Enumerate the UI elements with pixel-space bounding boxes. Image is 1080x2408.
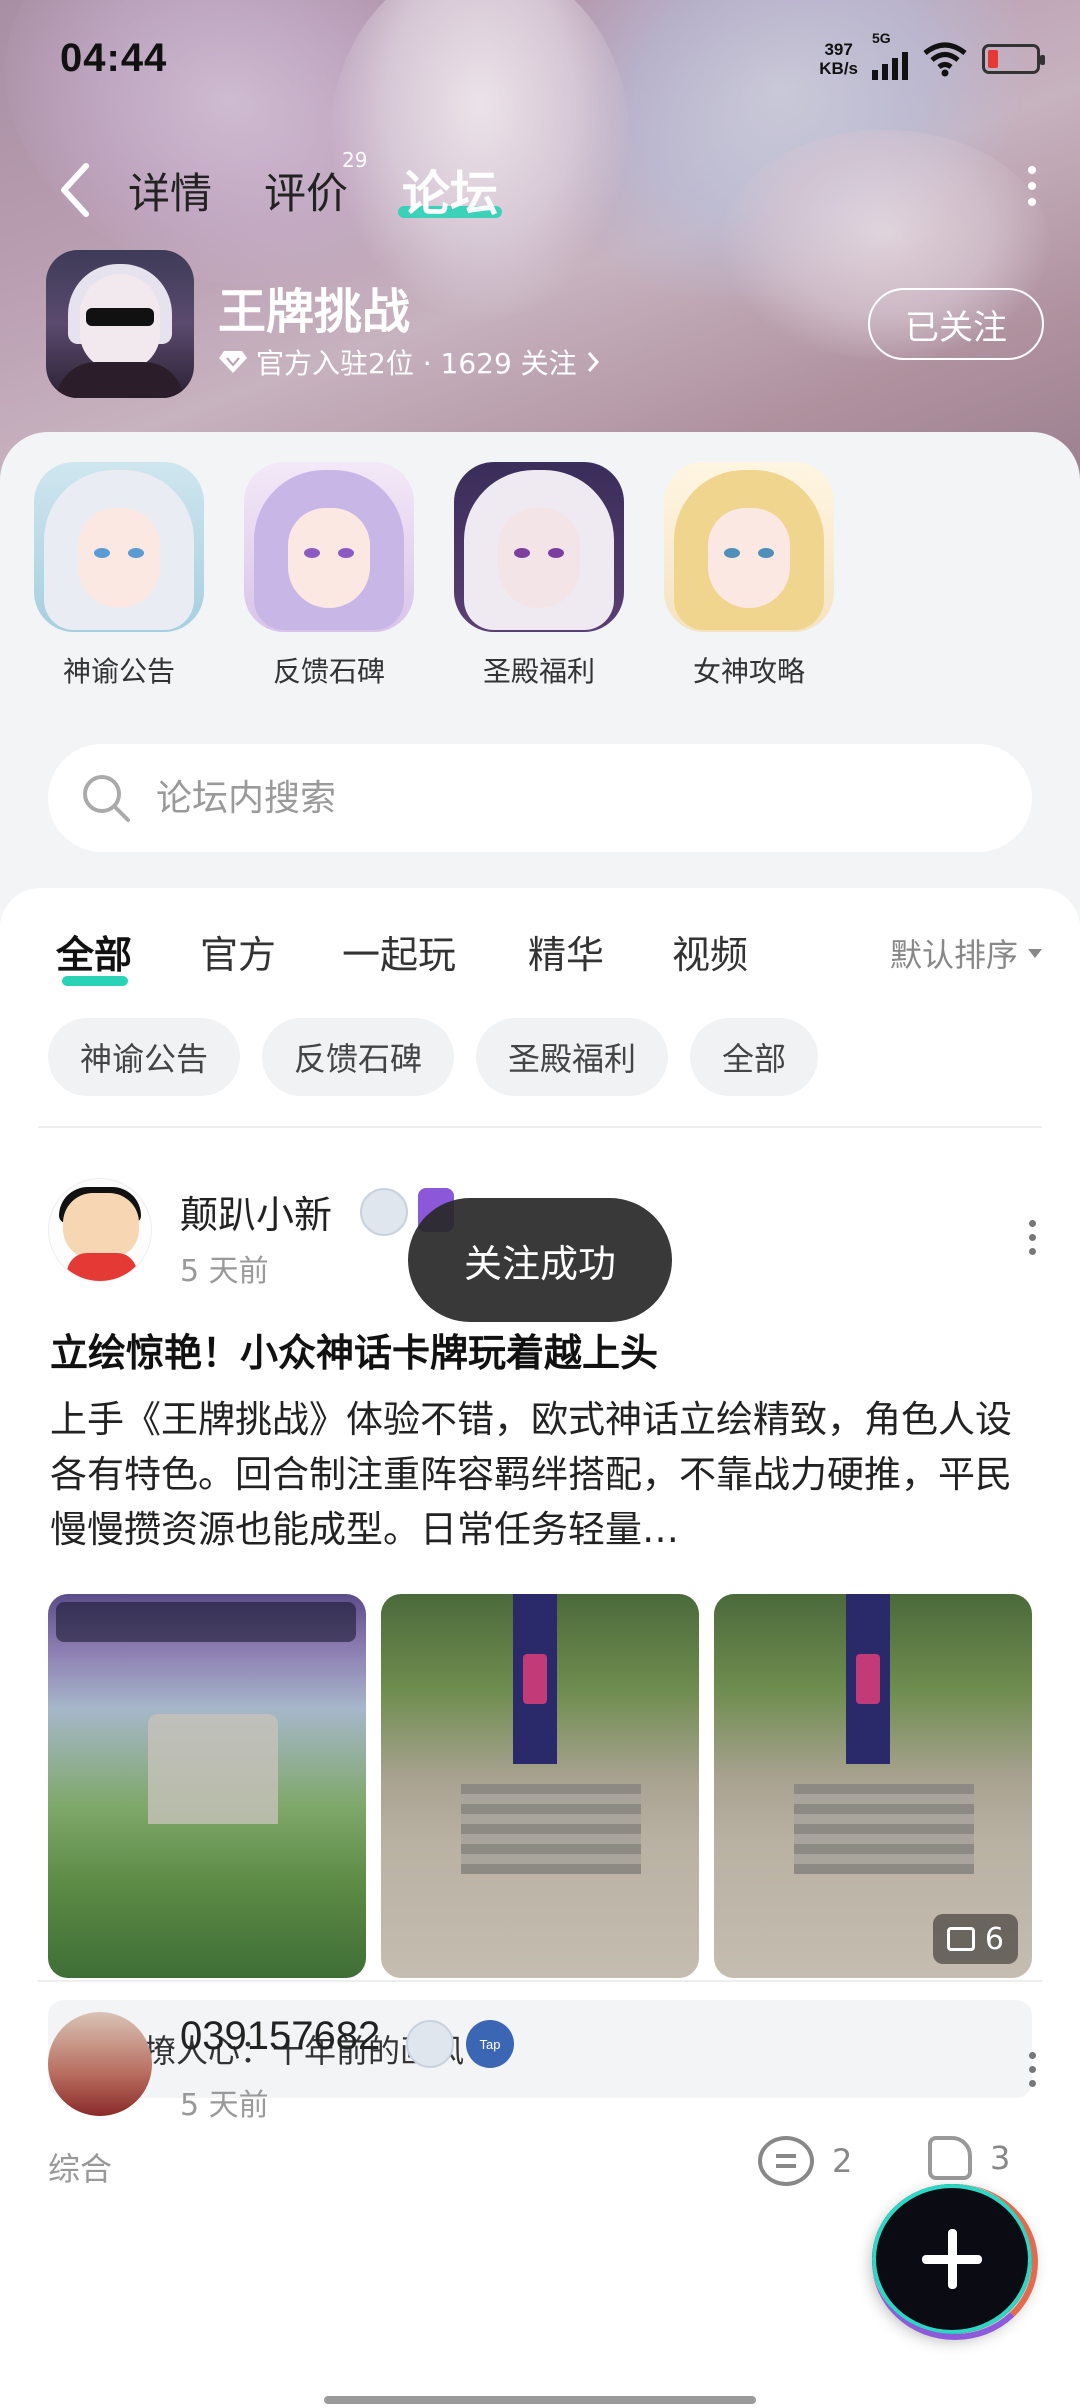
user-level-badge-icon: [360, 1188, 408, 1236]
chip-feedback[interactable]: 反馈石碑: [262, 1018, 455, 1096]
forum-search[interactable]: [48, 744, 1032, 852]
avatar[interactable]: [48, 2012, 152, 2116]
diamond-icon: [219, 351, 247, 373]
thumbs-up-icon: [928, 2136, 972, 2180]
sort-dropdown[interactable]: 默认排序: [890, 930, 1042, 976]
top-nav: 详情 评价 29 论坛: [0, 140, 1080, 230]
game-subtitle[interactable]: 官方入驻2位 · 1629 关注: [218, 342, 601, 382]
tap-badge-icon: Tap: [466, 2020, 514, 2068]
tab-details[interactable]: 详情: [128, 160, 212, 221]
post-image[interactable]: 6: [714, 1594, 1032, 1978]
chip-welfare[interactable]: 圣殿福利: [476, 1018, 669, 1096]
feed-tab-all[interactable]: 全部: [56, 924, 132, 979]
post-image[interactable]: [48, 1594, 366, 1978]
category-item-guides[interactable]: 女神攻略: [664, 462, 834, 690]
search-input[interactable]: [156, 768, 976, 828]
category-item-welfare[interactable]: 圣殿福利: [454, 462, 624, 690]
feed-tabs: 全部 官方 一起玩 精华 视频 默认排序: [0, 924, 1080, 1004]
avatar[interactable]: [48, 1178, 152, 1282]
feed-tab-video[interactable]: 视频: [672, 924, 748, 979]
home-indicator[interactable]: [324, 2396, 756, 2404]
post-images: 6: [48, 1594, 1032, 1978]
dropdown-arrow-icon: [1028, 948, 1042, 958]
category-image: [454, 462, 624, 632]
category-item-feedback[interactable]: 反馈石碑: [244, 462, 414, 690]
post-author[interactable]: 颠趴小新: [180, 1184, 332, 1239]
net-speed: 397 KB/s: [819, 40, 858, 78]
reviews-count-badge: 29: [342, 148, 368, 172]
image-icon: [946, 1927, 975, 1951]
post-actions: 综合 2 3: [48, 2136, 1032, 2196]
post-body[interactable]: 上手《王牌挑战》体验不错，欧式神话立绘精致，角色人设各有特色。回合制注重阵容羁绊…: [50, 1392, 1040, 1557]
chip-announcements[interactable]: 神谕公告: [48, 1018, 241, 1096]
toast-message: 关注成功: [408, 1198, 672, 1322]
post-time: 5 天前: [180, 2088, 269, 2123]
battery-icon: [982, 44, 1045, 74]
follow-button[interactable]: 已关注: [868, 288, 1044, 360]
image-count-badge: 6: [932, 1914, 1018, 1964]
back-arrow-icon[interactable]: [54, 160, 98, 220]
divider: [38, 1126, 1042, 1128]
filter-chips: 神谕公告 反馈石碑 圣殿福利 全部: [48, 1018, 819, 1096]
feed-tab-official[interactable]: 官方: [200, 924, 276, 979]
category-image: [664, 462, 834, 632]
post-more-icon[interactable]: [1024, 2052, 1040, 2092]
post-more-icon[interactable]: [1024, 1220, 1040, 1260]
feed-tab-featured[interactable]: 精华: [528, 924, 604, 979]
category-item-announcements[interactable]: 神谕公告: [34, 462, 204, 690]
category-shortcuts: 神谕公告 反馈石碑 圣殿福利 女神攻略: [0, 462, 1080, 692]
post-tag: 综合: [48, 2150, 113, 2188]
status-bar: 04:44 397 KB/s 5G: [0, 0, 1080, 120]
user-level-badge-icon: [406, 2020, 454, 2068]
plus-icon: [922, 2229, 982, 2289]
chevron-right-icon: [587, 352, 599, 372]
feed-tab-indicator: [62, 976, 128, 986]
search-icon: [83, 775, 130, 822]
header-banner: 04:44 397 KB/s 5G 详情 评价 29 论坛 王牌挑战 官方入驻2…: [0, 0, 1080, 480]
more-options-icon[interactable]: [1022, 166, 1042, 210]
chip-all[interactable]: 全部: [690, 1018, 819, 1096]
comment-icon: [758, 2136, 814, 2186]
wifi-icon: [923, 42, 967, 77]
tab-forum[interactable]: 论坛: [402, 154, 498, 224]
create-post-button[interactable]: [872, 2184, 1038, 2340]
forum-content: 神谕公告 反馈石碑 圣殿福利 女神攻略 论坛内搜索 全部 官方 一起玩 精华 视…: [0, 432, 1080, 2408]
category-image: [244, 462, 414, 632]
game-title: 王牌挑战: [218, 284, 411, 340]
status-time: 04:44: [60, 36, 168, 80]
game-header: 王牌挑战 官方入驻2位 · 1629 关注 已关注: [46, 250, 1046, 400]
tab-reviews[interactable]: 评价: [264, 160, 348, 221]
signal-icon: 5G: [872, 30, 908, 80]
post-author[interactable]: 039157682: [180, 2014, 380, 2059]
post-image[interactable]: [381, 1594, 699, 1978]
game-icon[interactable]: [46, 250, 194, 398]
divider: [38, 1980, 1042, 1982]
feed-tab-play-together[interactable]: 一起玩: [342, 924, 456, 979]
like-button[interactable]: 3: [928, 2136, 1010, 2180]
post-title[interactable]: 立绘惊艳！小众神话卡牌玩着越上头: [50, 1322, 658, 1377]
post-feed: 全部 官方 一起玩 精华 视频 默认排序 神谕公告 反馈石碑 圣殿福利 全部 颠…: [0, 888, 1080, 2408]
category-image: [34, 462, 204, 632]
comment-button[interactable]: 2: [758, 2136, 852, 2186]
post-time: 5 天前: [180, 1254, 269, 1289]
